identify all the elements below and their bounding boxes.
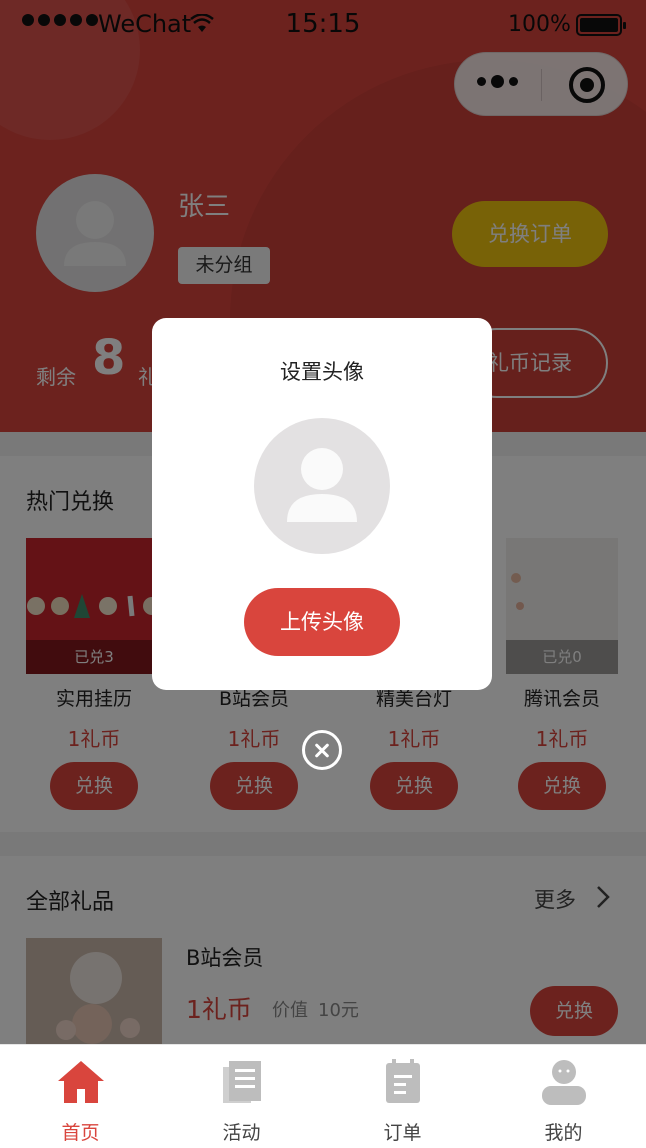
user-silhouette-icon [287, 448, 357, 522]
tab-activity[interactable]: 活动 [161, 1045, 322, 1148]
home-icon [58, 1061, 104, 1103]
tab-orders[interactable]: 订单 [322, 1045, 483, 1148]
close-icon[interactable] [302, 730, 342, 770]
modal-title: 设置头像 [280, 360, 364, 384]
order-icon [386, 1059, 420, 1103]
tab-profile[interactable]: 我的 [483, 1045, 644, 1148]
tab-label: 首页 [61, 1122, 100, 1144]
profile-icon [542, 1060, 586, 1105]
set-avatar-modal: 设置头像 上传头像 [152, 318, 492, 690]
activity-icon [223, 1061, 261, 1103]
upload-avatar-button[interactable]: 上传头像 [244, 588, 400, 656]
tab-label: 活动 [222, 1122, 261, 1144]
tab-label: 订单 [383, 1122, 422, 1144]
tab-home[interactable]: 首页 [0, 1045, 161, 1148]
app-root: WeChat 15:15 100% 张三 未分组 兑换订单 剩余 8 礼 [0, 0, 646, 1148]
avatar-preview [254, 418, 390, 554]
tab-bar: 首页 活动 订单 我的 [0, 1044, 646, 1148]
tab-label: 我的 [544, 1122, 583, 1144]
